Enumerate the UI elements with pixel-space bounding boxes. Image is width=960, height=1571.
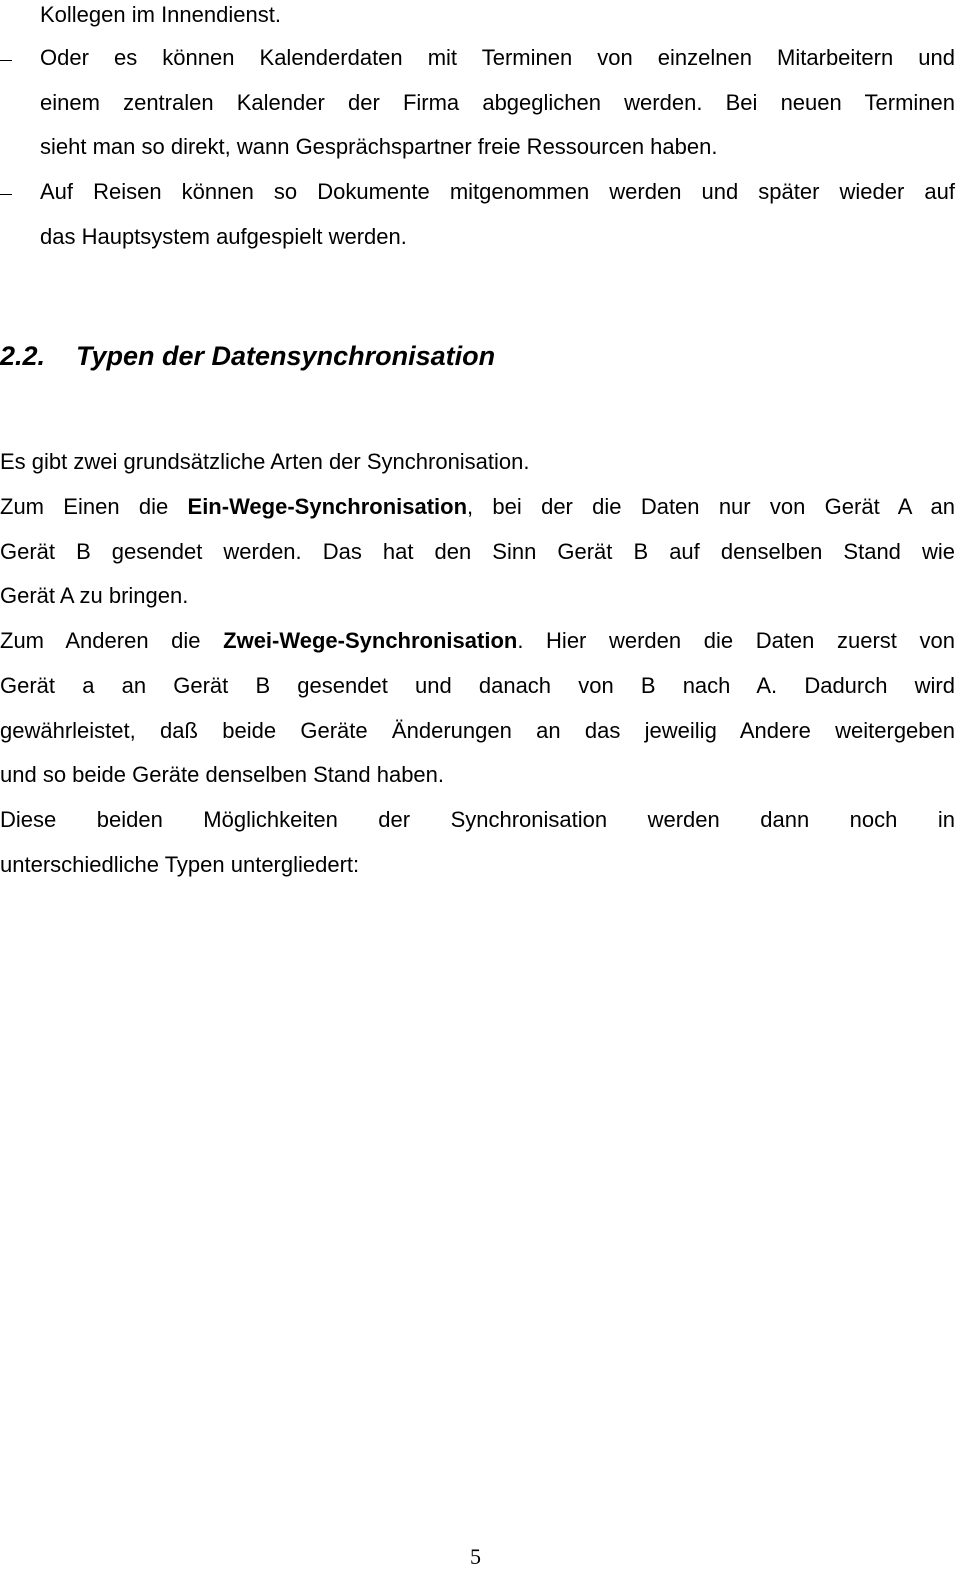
bullet-2-line-1: Auf Reisen können so Dokumente mitgenomm… <box>40 179 955 204</box>
section-heading: 2.2. Typen der Datensynchronisation <box>0 340 495 372</box>
bullet-1-line-2: einem zentralen Kalender der Firma abgeg… <box>40 90 955 115</box>
two-way-line-3: gewährleistet, daß beide Geräte Änderung… <box>0 718 955 743</box>
section-number: 2.2. <box>0 341 46 371</box>
two-way-line-4: und so beide Geräte denselben Stand habe… <box>0 762 445 787</box>
bullet-dash-icon <box>0 194 12 195</box>
bullet-dash-icon <box>0 60 12 61</box>
two-way-line-2: Gerät a an Gerät B gesendet und danach v… <box>0 673 955 698</box>
one-way-term: Ein-Wege-Synchronisation <box>187 494 468 519</box>
one-way-line-3: Gerät A zu bringen. <box>0 583 189 608</box>
two-way-term: Zwei-Wege-Synchronisation <box>223 628 518 653</box>
closing-line-1: Diese beiden Möglichkeiten der Synchroni… <box>0 807 955 832</box>
two-way-suffix: . Hier werden die Daten zuerst von <box>517 628 955 653</box>
one-way-prefix: Zum Einen die <box>0 494 188 519</box>
one-way-line-1: Zum Einen die Ein-Wege-Synchronisation, … <box>0 494 955 520</box>
two-way-prefix: Zum Anderen die <box>0 628 224 653</box>
bullet-2-line-2: das Hauptsystem aufgespielt werden. <box>40 224 407 249</box>
list-continuation-text: Kollegen im Innendienst. <box>40 2 281 27</box>
one-way-suffix: , bei der die Daten nur von Gerät A an <box>467 494 955 519</box>
bullet-1-line-1: Oder es können Kalenderdaten mit Termine… <box>40 45 955 70</box>
intro-paragraph: Es gibt zwei grundsätzliche Arten der Sy… <box>0 449 530 474</box>
one-way-line-2: Gerät B gesendet werden. Das hat den Sin… <box>0 539 955 564</box>
two-way-line-1: Zum Anderen die Zwei-Wege-Synchronisatio… <box>0 628 955 654</box>
closing-line-2: unterschiedliche Typen untergliedert: <box>0 852 360 877</box>
page-number: 5 <box>470 1544 481 1569</box>
section-title: Typen der Datensynchronisation <box>76 341 496 371</box>
bullet-1-line-3: sieht man so direkt, wann Gesprächspartn… <box>40 134 718 159</box>
